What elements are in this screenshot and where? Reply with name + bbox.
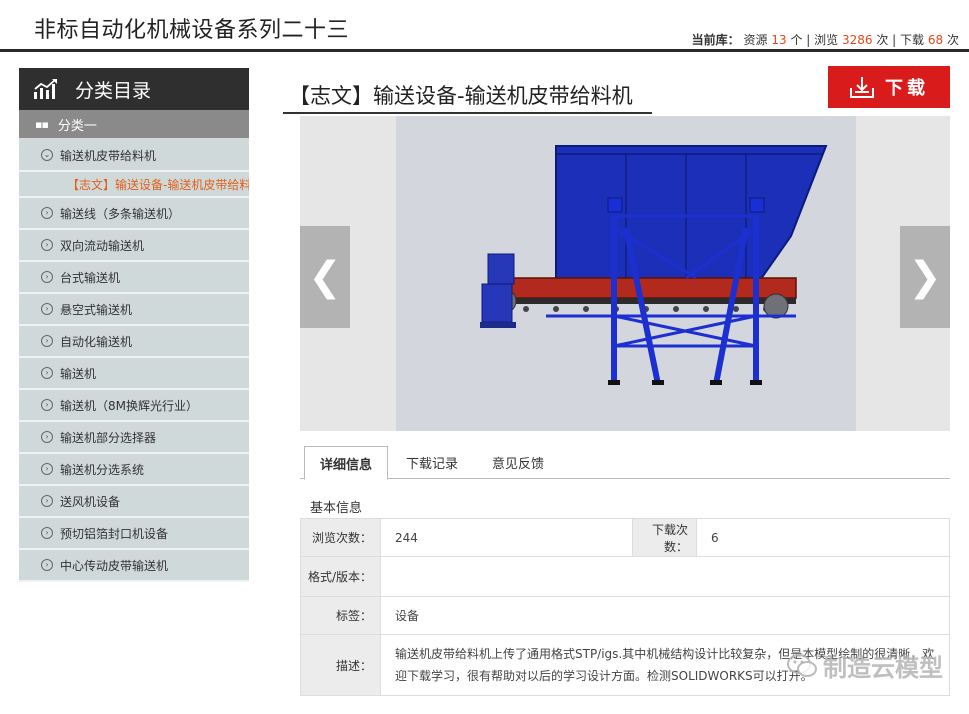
detail-tabs: 详细信息 下载记录 意见反馈 <box>300 446 950 480</box>
views-value: 244 <box>380 518 633 557</box>
tab-download-records[interactable]: 下载记录 <box>391 446 473 479</box>
chevron-right-circle-icon: › <box>41 463 53 475</box>
chevron-right-circle-icon: › <box>41 431 53 443</box>
chevron-right-circle-icon: › <box>41 495 53 507</box>
stats-resources-label: 资源 <box>743 33 768 47</box>
sidebar-heading-label: 分类目录 <box>75 79 152 102</box>
sidebar-item-bidirectional[interactable]: › 双向流动输送机 <box>19 230 249 262</box>
format-value <box>380 556 950 597</box>
chevron-right-circle-icon: › <box>41 303 53 315</box>
carousel-next-button[interactable]: ❯ <box>900 226 950 328</box>
watermark-text: 制造云模型 <box>823 654 943 682</box>
tab-details[interactable]: 详细信息 <box>304 446 389 480</box>
sidebar-item-label: 送风机设备 <box>60 494 121 509</box>
stats-prefix: 当前库： <box>691 33 740 47</box>
tags-key: 标签： <box>300 596 381 635</box>
watermark: 制造云模型 <box>787 648 943 683</box>
sidebar-item-label: 双向流动输送机 <box>60 238 145 253</box>
sidebar-item-foil-sealer[interactable]: › 预切铝箔封口机设备 <box>19 518 249 550</box>
format-key: 格式/版本： <box>300 556 381 597</box>
sidebar-item-label: 输送机部分选择器 <box>60 430 157 445</box>
sidebar-item-blower[interactable]: › 送风机设备 <box>19 486 249 518</box>
download-button[interactable]: 下载 <box>828 66 950 108</box>
chevron-right-circle-icon: › <box>41 207 53 219</box>
chevron-right-circle-icon: › <box>41 399 53 411</box>
basic-info-heading: 基本信息 <box>310 501 363 516</box>
header-divider <box>0 49 969 52</box>
title-underline <box>283 112 652 114</box>
downloads-value: 6 <box>696 518 950 557</box>
sidebar-item-conveyor[interactable]: › 输送机 <box>19 358 249 390</box>
bar-chart-icon <box>34 79 57 99</box>
tab-feedback[interactable]: 意见反馈 <box>477 446 559 479</box>
sidebar-item-label: 自动化输送机 <box>60 334 133 349</box>
chevron-right-circle-icon: › <box>41 559 53 571</box>
stats-downloads-count: 68 <box>927 33 944 47</box>
chevron-right-circle-icon: › <box>41 367 53 379</box>
sidebar-item-label: 预切铝箔封口机设备 <box>60 526 169 541</box>
wechat-icon <box>787 653 817 677</box>
sidebar-item-conveyor-8m[interactable]: › 输送机（8M换辉光行业） <box>19 390 249 422</box>
chevron-right-circle-icon: › <box>41 271 53 283</box>
chevron-right-circle-icon: › <box>41 239 53 251</box>
category-sidebar: 分类目录 ▪▪ 分类一 ⌄ 输送机皮带给料机 【志文】输送设备-输送机皮带给料 … <box>19 68 249 582</box>
download-tray-icon <box>850 77 874 98</box>
stats-views-unit: 次 | 下载 <box>876 33 925 47</box>
sidebar-item-label: 输送机 <box>60 366 97 381</box>
stats-views-count: 3286 <box>841 33 873 47</box>
sidebar-item-table-conveyor[interactable]: › 台式输送机 <box>19 262 249 294</box>
stats-resources-count: 13 <box>771 33 787 47</box>
sidebar-item-feeder[interactable]: ⌄ 输送机皮带给料机 <box>19 140 249 172</box>
views-key: 浏览次数： <box>300 518 381 557</box>
carousel-prev-button[interactable]: ❮ <box>300 226 350 328</box>
sidebar-subitem-label: 【志文】输送设备-输送机皮带给料 <box>67 177 249 192</box>
chevron-right-circle-icon: › <box>41 335 53 347</box>
info-row-format: 格式/版本： <box>300 556 950 597</box>
product-title: 【志文】输送设备-输送机皮带给料机 <box>289 84 633 108</box>
sidebar-item-automated[interactable]: › 自动化输送机 <box>19 326 249 358</box>
sidebar-item-label: 输送机（8M换辉光行业） <box>60 398 198 413</box>
stats-downloads-unit: 次 <box>946 33 959 47</box>
sidebar-heading: 分类目录 <box>19 68 249 110</box>
info-row-tags: 标签： 设备 <box>300 596 950 635</box>
description-key: 描述： <box>300 634 381 696</box>
sidebar-item-label: 中心传动皮带输送机 <box>60 558 169 573</box>
belt-feeder-model-render <box>480 145 828 385</box>
category-group-label: 分类一 <box>57 118 97 134</box>
chevron-down-circle-icon: ⌄ <box>41 149 53 161</box>
sidebar-item-label: 输送机分选系统 <box>60 462 145 477</box>
model-preview-image <box>396 116 856 431</box>
downloads-key: 下载次数： <box>632 518 697 557</box>
sidebar-list: ⌄ 输送机皮带给料机 【志文】输送设备-输送机皮带给料 › 输送线（多条输送机）… <box>19 140 249 582</box>
info-row-counts: 浏览次数： 244 下载次数： 6 <box>300 518 950 557</box>
sidebar-item-overhead[interactable]: › 悬空式输送机 <box>19 294 249 326</box>
sidebar-item-label: 输送机皮带给料机 <box>60 148 157 163</box>
stats-resources-unit: 个 | 浏览 <box>790 33 839 47</box>
category-group[interactable]: ▪▪ 分类一 <box>19 110 249 140</box>
site-title: 非标自动化机械设备系列二十三 <box>34 18 350 43</box>
download-button-label: 下载 <box>885 78 929 99</box>
sidebar-item-label: 悬空式输送机 <box>60 302 133 317</box>
sidebar-item-center-drive[interactable]: › 中心传动皮带输送机 <box>19 550 249 582</box>
sidebar-item-label: 台式输送机 <box>60 270 121 285</box>
sidebar-item-label: 输送线（多条输送机） <box>60 206 181 221</box>
sidebar-item-conveyor-line[interactable]: › 输送线（多条输送机） <box>19 198 249 230</box>
model-preview-carousel: ❮ ❯ <box>300 116 950 431</box>
page-header: 非标自动化机械设备系列二十三 当前库： 资源 13 个 | 浏览 3286 次 … <box>0 0 969 52</box>
sidebar-item-selector[interactable]: › 输送机部分选择器 <box>19 422 249 454</box>
chevron-right-circle-icon: › <box>41 527 53 539</box>
sidebar-subitem-current[interactable]: 【志文】输送设备-输送机皮带给料 <box>19 172 249 198</box>
tags-value: 设备 <box>380 596 950 635</box>
library-stats: 当前库： 资源 13 个 | 浏览 3286 次 | 下载 68 次 <box>692 31 959 48</box>
category-grid-icon: ▪▪ <box>35 117 49 131</box>
sidebar-item-sorting[interactable]: › 输送机分选系统 <box>19 454 249 486</box>
